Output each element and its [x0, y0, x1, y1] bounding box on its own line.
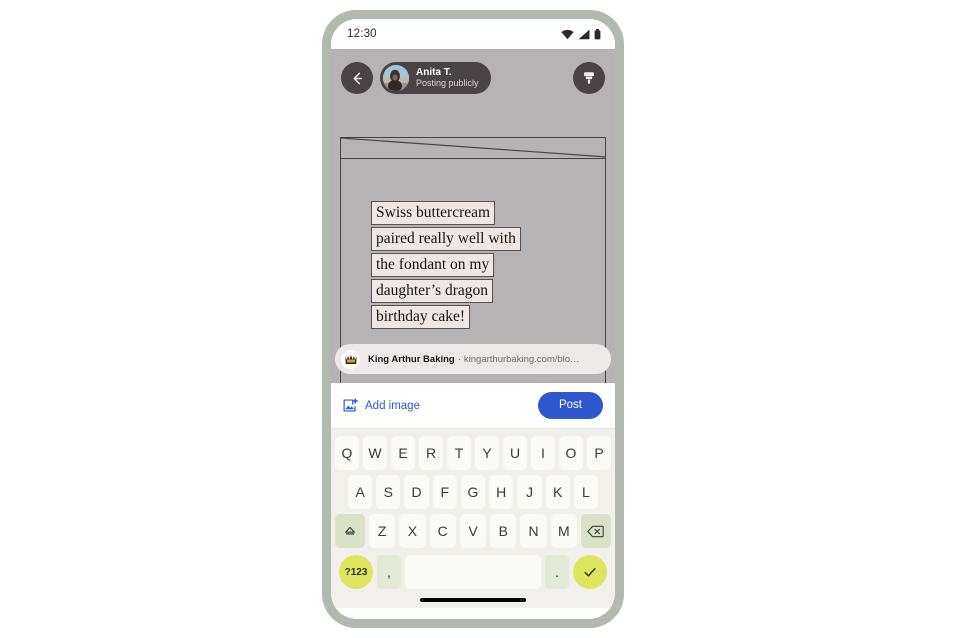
phone-device-frame: 12:30 Swiss buttercream paired really we…: [322, 10, 624, 628]
keyboard-row-3: Z X C V B N M: [335, 514, 611, 548]
numeric-symbols-key[interactable]: ?123: [339, 555, 373, 589]
key-s[interactable]: S: [376, 475, 401, 509]
link-url: kingarthurbaking.com/blo…: [463, 353, 580, 365]
key-r[interactable]: R: [419, 436, 443, 470]
post-text-line[interactable]: the fondant on my: [371, 253, 495, 277]
battery-icon: [594, 28, 601, 39]
post-visibility-label: Posting publicly: [416, 78, 479, 89]
comma-key[interactable]: ,: [377, 555, 401, 589]
post-text-line[interactable]: Swiss buttercream: [371, 201, 496, 225]
home-indicator: [420, 598, 526, 602]
key-n[interactable]: N: [520, 514, 547, 548]
avatar-photo: [383, 65, 409, 91]
avatar: [383, 65, 409, 91]
compose-header: Anita T. Posting publicly: [331, 61, 615, 95]
post-text-block[interactable]: Swiss buttercream paired really well wit…: [371, 201, 585, 331]
backspace-icon: [587, 525, 605, 537]
keyboard-row-2: A S D F G H J K L: [335, 475, 611, 509]
key-q[interactable]: Q: [335, 436, 359, 470]
wifi-icon: [561, 29, 574, 39]
on-screen-keyboard: Q W E R T Y U I O P A S D F G H J K L Z …: [331, 429, 615, 608]
checkmark-icon: [584, 567, 596, 577]
key-f[interactable]: F: [432, 475, 457, 509]
key-i[interactable]: I: [531, 436, 555, 470]
key-k[interactable]: K: [545, 475, 570, 509]
status-bar-icons: [561, 28, 601, 40]
key-d[interactable]: D: [404, 475, 429, 509]
keyboard-row-1: Q W E R T Y U I O P: [335, 436, 611, 470]
key-l[interactable]: L: [573, 475, 598, 509]
enter-key[interactable]: [573, 555, 607, 589]
document-header-strip: [341, 138, 605, 159]
key-g[interactable]: G: [460, 475, 486, 509]
link-preview-card[interactable]: King Arthur Baking · kingarthurbaking.co…: [335, 344, 611, 374]
shift-up-icon: [345, 526, 355, 535]
link-separator: ·: [457, 353, 461, 365]
add-image-label: Add image: [365, 399, 420, 412]
key-b[interactable]: B: [490, 514, 517, 548]
key-v[interactable]: V: [459, 514, 487, 548]
backspace-key[interactable]: [580, 514, 611, 548]
key-c[interactable]: C: [429, 514, 456, 548]
compose-action-bar: Add image Post: [331, 383, 615, 429]
author-chip[interactable]: Anita T. Posting publicly: [380, 62, 491, 94]
add-photo-icon: [343, 398, 358, 412]
post-button[interactable]: Post: [537, 391, 603, 420]
arrow-left-icon: [352, 72, 362, 84]
phone-screen: 12:30 Swiss buttercream paired really we…: [331, 19, 615, 619]
key-t[interactable]: T: [447, 436, 471, 470]
crown-icon: [341, 349, 360, 369]
period-key[interactable]: .: [545, 555, 569, 589]
link-source-title: King Arthur Baking: [368, 353, 455, 365]
key-m[interactable]: M: [550, 514, 577, 548]
back-button[interactable]: [341, 62, 373, 94]
cellular-signal-icon: [578, 29, 590, 39]
crown-glyph: [344, 355, 357, 364]
key-h[interactable]: H: [489, 475, 514, 509]
key-j[interactable]: J: [517, 475, 542, 509]
key-u[interactable]: U: [503, 436, 527, 470]
key-w[interactable]: W: [363, 436, 387, 470]
shift-key[interactable]: [335, 514, 366, 548]
post-editor-canvas: Swiss buttercream paired really well wit…: [331, 49, 615, 383]
author-text: Anita T. Posting publicly: [416, 66, 479, 89]
document-diagonal-line: [341, 138, 605, 158]
post-text-line[interactable]: paired really well with: [371, 227, 521, 251]
key-p[interactable]: P: [587, 436, 611, 470]
format-brush-button[interactable]: [573, 62, 605, 94]
key-o[interactable]: O: [559, 436, 583, 470]
key-a[interactable]: A: [348, 475, 373, 509]
key-z[interactable]: Z: [369, 514, 396, 548]
key-e[interactable]: E: [391, 436, 415, 470]
format-brush-icon: [584, 72, 594, 84]
keyboard-row-4: ?123 , .: [335, 553, 611, 589]
status-bar-clock: 12:30: [347, 28, 377, 40]
author-name: Anita T.: [416, 66, 452, 78]
post-text-line[interactable]: daughter’s dragon: [371, 279, 494, 303]
key-y[interactable]: Y: [475, 436, 499, 470]
space-key[interactable]: [405, 555, 541, 589]
add-image-button[interactable]: Add image: [343, 398, 420, 413]
post-text-line[interactable]: birthday cake!: [371, 305, 471, 329]
key-x[interactable]: X: [399, 514, 426, 548]
status-bar: 12:30: [331, 19, 615, 49]
